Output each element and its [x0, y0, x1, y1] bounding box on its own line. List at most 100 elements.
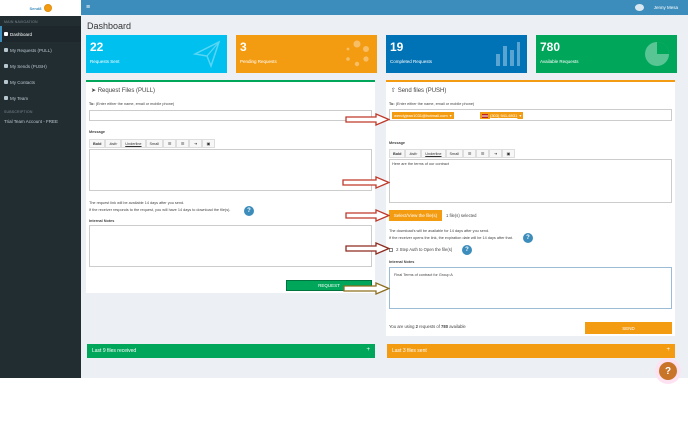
bar-chart-icon	[496, 42, 520, 66]
upload-icon	[4, 64, 8, 68]
tile-value: 19	[390, 40, 404, 54]
bar-label: Last 9 files received	[92, 348, 137, 354]
tile-label: Requests Sent	[90, 59, 120, 64]
pull-editor-toolbar: Bold Italic Underline Small ☰ ☰ ⇥ ▣	[89, 139, 216, 148]
to-label: To:	[389, 102, 395, 106]
italic-button[interactable]: Italic	[105, 139, 122, 148]
usage-suffix: available	[449, 324, 466, 329]
bullet-list-icon[interactable]: ☰	[463, 149, 477, 158]
help-icon[interactable]: ?	[244, 206, 254, 216]
tile-available-requests[interactable]: 780 Available Requests	[536, 35, 677, 73]
last-files-sent-bar[interactable]: Last 3 files sent +	[387, 344, 675, 358]
underline-button[interactable]: Underline	[421, 149, 446, 158]
tile-value: 780	[540, 40, 561, 54]
italic-button[interactable]: Italic	[405, 149, 422, 158]
numbered-list-icon[interactable]: ☰	[476, 149, 490, 158]
paper-plane-icon	[193, 40, 221, 68]
tile-completed-requests[interactable]: 19 Completed Requests	[386, 35, 527, 73]
paper-plane-icon: ➤	[91, 88, 97, 94]
message-label: Message	[389, 141, 405, 145]
to-hint: (Enter either the name, email or mobile …	[95, 102, 175, 106]
usage-used: 2	[415, 324, 418, 329]
push-internal-notes[interactable]: Final Terms of contract for Group A	[389, 267, 672, 309]
indent-icon[interactable]: ⇥	[189, 139, 203, 148]
pull-note-2: If the receiver responds to the request,…	[89, 208, 231, 212]
pie-chart-icon	[645, 42, 669, 66]
internal-notes-label: Internal Notes	[389, 260, 414, 264]
recipient-email-chip[interactable]: wendyjean1031@hotmail.com ▾	[392, 112, 454, 119]
select-files-button[interactable]: Select/View the file(s)	[389, 210, 442, 221]
push-message-editor[interactable]: Here are the terms of our contract	[389, 159, 672, 203]
logo-text: Send8	[29, 5, 42, 11]
push-editor-toolbar: Bold Italic Underline Small ☰ ☰ ⇥ ▣	[389, 149, 516, 158]
team-icon	[4, 96, 8, 100]
sidebar-item-label: My Sends (PUSH)	[10, 63, 47, 69]
sidebar-item-my-team[interactable]: My Team	[0, 90, 81, 106]
bold-button[interactable]: Bold	[389, 149, 406, 158]
pull-message-editor[interactable]	[89, 149, 372, 191]
sidebar-item-dashboard[interactable]: Dashboard	[0, 26, 81, 42]
logo-mark-icon	[43, 4, 52, 12]
usage-middle: requests of	[419, 324, 440, 329]
send-files-panel: ⇧ Send files (PUSH) To: (Enter either th…	[386, 80, 675, 336]
indent-icon[interactable]: ⇥	[489, 149, 503, 158]
spinner-icon	[346, 40, 369, 67]
annotation-arrow	[345, 242, 390, 255]
sidebar-item-my-sends[interactable]: My Sends (PUSH)	[0, 58, 81, 74]
chip-caret-icon[interactable]: ▾	[450, 113, 452, 118]
tile-requests-sent[interactable]: 22 Requests Sent	[86, 35, 227, 73]
small-button[interactable]: Small	[145, 139, 164, 148]
tile-value: 3	[240, 40, 247, 54]
internal-notes-label: Internal Notes	[89, 219, 114, 223]
contacts-icon	[4, 80, 8, 84]
sidebar-item-label: My Team	[10, 95, 29, 101]
expand-plus-icon[interactable]: +	[666, 347, 670, 353]
pull-to-input[interactable]	[89, 110, 372, 121]
annotation-arrow	[343, 282, 390, 295]
user-name: Jenny Mesa	[653, 5, 678, 10]
picture-icon[interactable]: ▣	[202, 139, 216, 148]
recipient-phone-chip[interactable]: (303) 941-6931 ▾	[480, 112, 524, 119]
bold-button[interactable]: Bold	[89, 139, 106, 148]
chip-caret-icon[interactable]: ▾	[519, 113, 521, 118]
internal-notes-label-text: Internal Notes	[89, 219, 115, 223]
help-icon[interactable]: ?	[462, 245, 472, 255]
help-icon[interactable]: ?	[523, 233, 533, 243]
app-root: Send8 MAIN NAVIGATION Dashboard My Reque…	[0, 0, 688, 384]
last-files-received-bar[interactable]: Last 9 files received +	[87, 344, 375, 358]
two-step-auth-checkbox[interactable]: 2 Step Auth to Open the file(s)	[389, 247, 452, 252]
user-menu[interactable]: Jenny Mesa	[634, 4, 678, 11]
help-widget-button[interactable]: ?	[659, 362, 677, 380]
message-label-text: Message	[89, 130, 106, 134]
tile-label: Available Requests	[540, 59, 579, 64]
logo[interactable]: Send8	[0, 0, 81, 16]
small-button[interactable]: Small	[445, 149, 464, 158]
subscription-label: SUBSCRIPTION	[4, 110, 33, 114]
bullet-list-icon[interactable]: ☰	[163, 139, 177, 148]
sidebar-item-label: My Contacts	[10, 79, 36, 85]
annotation-arrow	[345, 209, 390, 222]
main-content: Dashboard 22 Requests Sent 3 Pending Req…	[81, 15, 688, 378]
underline-button[interactable]: Underline	[121, 139, 146, 148]
to-hint: (Enter either the name, email or mobile …	[395, 102, 475, 106]
tile-label: Completed Requests	[390, 59, 433, 64]
account-type[interactable]: Trial Team Account - FREE	[0, 116, 81, 126]
message-label-text: Message	[389, 141, 406, 145]
numbered-list-icon[interactable]: ☰	[176, 139, 190, 148]
sidebar-item-label: My Requests (PULL)	[10, 47, 52, 53]
sidebar-item-label: Dashboard	[10, 31, 33, 37]
nav-section-label: MAIN NAVIGATION	[4, 20, 38, 24]
tile-value: 22	[90, 40, 104, 54]
sidebar-item-my-contacts[interactable]: My Contacts	[0, 74, 81, 90]
tile-pending-requests[interactable]: 3 Pending Requests	[236, 35, 377, 73]
menu-toggle-icon[interactable]: ≡	[86, 4, 90, 11]
panel-title: ➤ Request Files (PULL)	[91, 87, 155, 94]
send-button[interactable]: SEND	[585, 322, 672, 334]
internal-notes-label-text: Internal Notes	[389, 260, 415, 264]
picture-icon[interactable]: ▣	[502, 149, 516, 158]
push-to-input[interactable]: wendyjean1031@hotmail.com ▾ (303) 941-69…	[389, 109, 672, 121]
expand-plus-icon[interactable]: +	[366, 347, 370, 353]
sidebar-item-my-requests[interactable]: My Requests (PULL)	[0, 42, 81, 58]
push-note-1: The download's will be available for 14 …	[389, 229, 490, 233]
pull-internal-notes[interactable]	[89, 225, 372, 267]
